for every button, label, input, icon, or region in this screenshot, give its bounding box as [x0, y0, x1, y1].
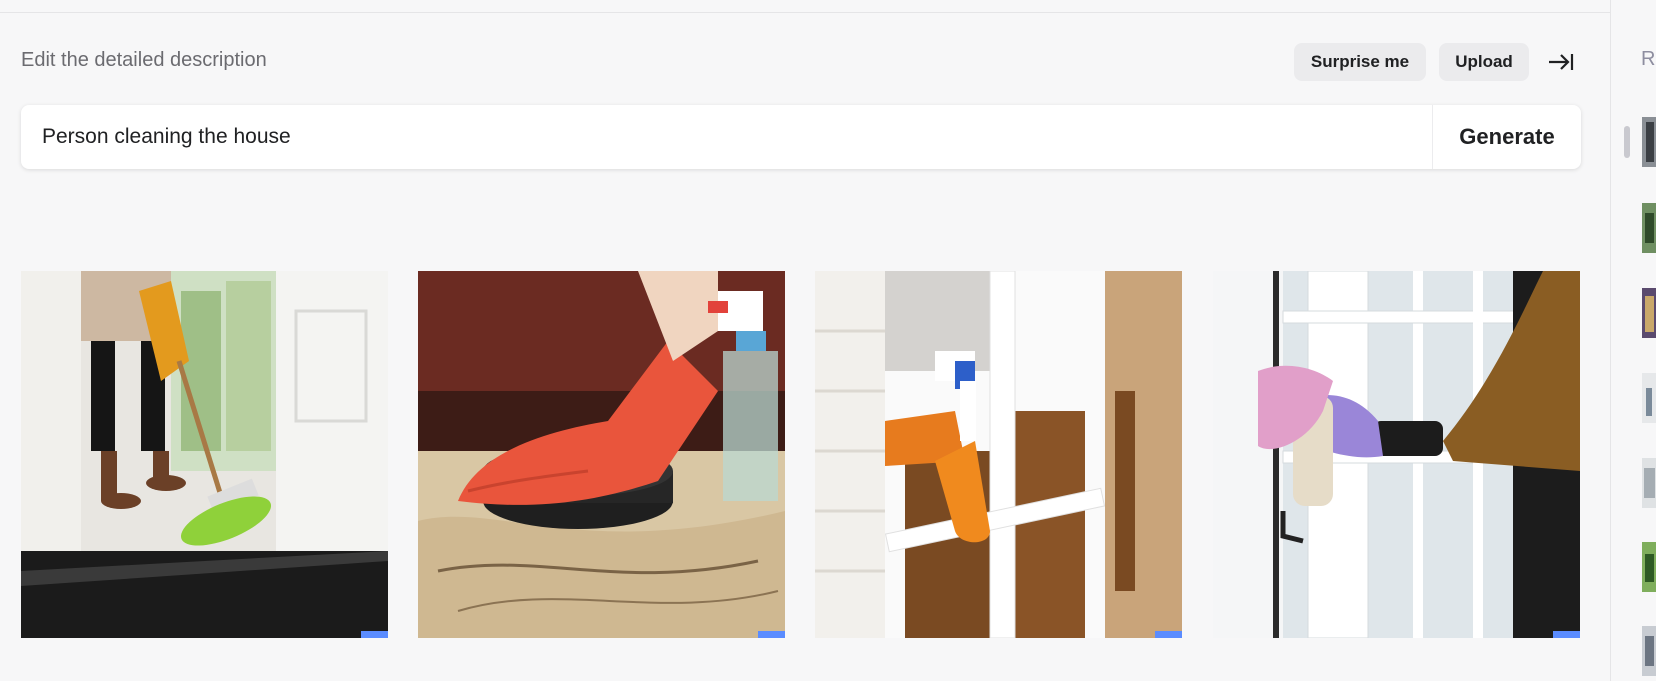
history-thumbnail[interactable]	[1642, 117, 1656, 167]
page-title: Edit the detailed description	[21, 49, 267, 71]
broom-sweeping-image	[21, 271, 388, 638]
result-image-1[interactable]	[21, 271, 388, 638]
result-image-3[interactable]	[815, 271, 1182, 638]
result-image-4[interactable]	[1213, 271, 1580, 638]
prompt-bar: Generate	[21, 104, 1581, 170]
thumbnail-image	[1642, 203, 1656, 253]
orange-spray-bottle-image	[815, 271, 1182, 638]
scrollbar[interactable]	[1624, 126, 1630, 158]
collapse-sidebar-button[interactable]	[1546, 47, 1576, 77]
history-thumbnail[interactable]	[1642, 288, 1656, 338]
prompt-input[interactable]	[21, 104, 1432, 170]
thumbnail-image	[1642, 117, 1656, 167]
history-sidebar: R	[1610, 0, 1656, 681]
main-panel: Edit the detailed description Surprise m…	[0, 13, 1610, 681]
upload-button[interactable]: Upload	[1439, 43, 1529, 81]
history-thumbnail[interactable]	[1642, 626, 1656, 676]
history-thumbnail[interactable]	[1642, 542, 1656, 592]
purple-glove-door-image	[1213, 271, 1580, 638]
collapse-arrow-icon	[1549, 54, 1574, 70]
thumbnail-image	[1642, 458, 1656, 508]
thumbnail-image	[1642, 373, 1656, 423]
generate-button[interactable]: Generate	[1432, 105, 1581, 169]
top-divider	[0, 0, 1610, 13]
sidebar-title: R	[1641, 48, 1656, 70]
history-thumbnail[interactable]	[1642, 458, 1656, 508]
history-thumbnail[interactable]	[1642, 373, 1656, 423]
thumbnail-image	[1642, 626, 1656, 676]
result-image-2[interactable]	[418, 271, 785, 638]
thumbnail-image	[1642, 542, 1656, 592]
surprise-me-button[interactable]: Surprise me	[1294, 43, 1426, 81]
history-thumbnail[interactable]	[1642, 203, 1656, 253]
thumbnail-image	[1642, 288, 1656, 338]
red-glove-sponge-image	[418, 271, 785, 638]
